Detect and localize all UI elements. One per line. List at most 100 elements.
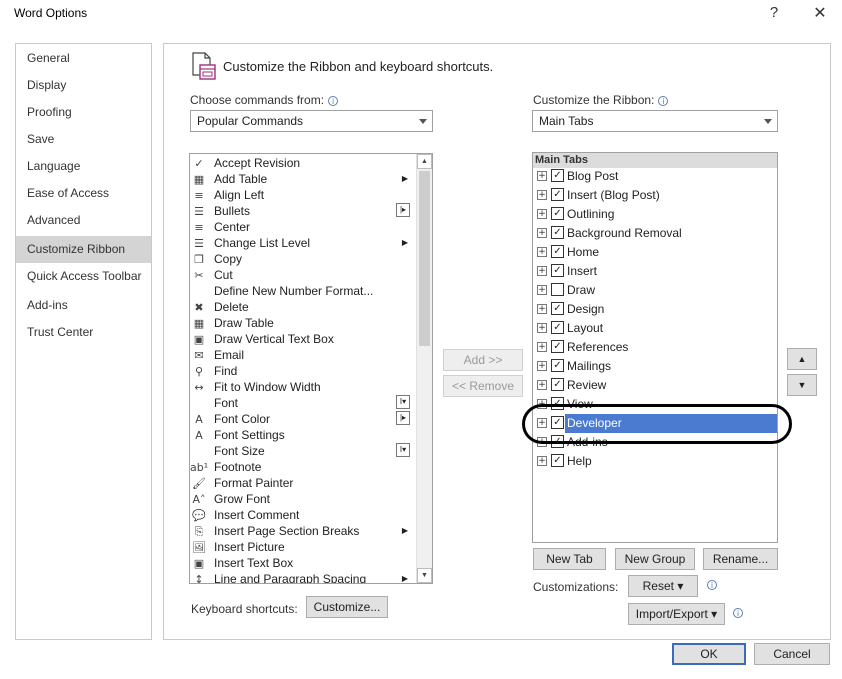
- tree-item-outlining[interactable]: + ✓ Outlining: [533, 205, 777, 224]
- tab-checkbox[interactable]: ✓: [551, 359, 564, 372]
- command-item[interactable]: A Font Color |▸: [190, 411, 416, 427]
- command-item[interactable]: ☰ Bullets |▸: [190, 203, 416, 219]
- tab-checkbox[interactable]: ✓: [551, 226, 564, 239]
- expand-icon[interactable]: +: [537, 361, 547, 371]
- new-tab-button[interactable]: New Tab: [533, 548, 606, 570]
- expand-icon[interactable]: +: [537, 456, 547, 466]
- import-export-button[interactable]: Import/Export ▾: [628, 603, 725, 625]
- tab-checkbox[interactable]: ✓: [551, 397, 564, 410]
- move-down-button[interactable]: ▼: [787, 374, 817, 396]
- command-item[interactable]: ⚲ Find: [190, 363, 416, 379]
- expand-icon[interactable]: +: [537, 209, 547, 219]
- scroll-thumb[interactable]: [419, 171, 430, 346]
- command-item[interactable]: 🖼 Insert Picture: [190, 539, 416, 555]
- command-item[interactable]: Define New Number Format...: [190, 283, 416, 299]
- tree-item-blog-post[interactable]: + ✓ Blog Post: [533, 167, 777, 186]
- nav-item-add-ins[interactable]: Add-ins: [16, 292, 151, 319]
- tab-checkbox[interactable]: ✓: [551, 435, 564, 448]
- command-item[interactable]: ↕ Line and Paragraph Spacing ▶: [190, 571, 416, 583]
- expand-icon[interactable]: +: [537, 285, 547, 295]
- expand-icon[interactable]: +: [537, 190, 547, 200]
- command-item[interactable]: ✖ Delete: [190, 299, 416, 315]
- commands-scrollbar[interactable]: ▲ ▼: [416, 154, 432, 583]
- command-item[interactable]: 💬 Insert Comment: [190, 507, 416, 523]
- commands-list[interactable]: ✓ Accept Revision ▦ Add Table ▶ ≡ Align Left ☰ B…: [189, 153, 433, 584]
- scroll-up-button[interactable]: ▲: [417, 154, 432, 169]
- tree-item-draw[interactable]: + Draw: [533, 281, 777, 300]
- command-item[interactable]: ❐ Copy: [190, 251, 416, 267]
- command-item[interactable]: Font Size I▾: [190, 443, 416, 459]
- command-item[interactable]: ⎘ Insert Page Section Breaks ▶: [190, 523, 416, 539]
- expand-icon[interactable]: +: [537, 342, 547, 352]
- tree-item-insert[interactable]: + ✓ Insert: [533, 262, 777, 281]
- nav-item-advanced[interactable]: Advanced: [16, 207, 151, 234]
- tree-item-background-removal[interactable]: + ✓ Background Removal: [533, 224, 777, 243]
- rename-button[interactable]: Rename...: [703, 548, 778, 570]
- tree-item-developer[interactable]: + ✓ Developer: [533, 414, 777, 433]
- command-item[interactable]: ▦ Draw Table: [190, 315, 416, 331]
- tab-checkbox[interactable]: ✓: [551, 264, 564, 277]
- nav-item-language[interactable]: Language: [16, 153, 151, 180]
- expand-icon[interactable]: +: [537, 304, 547, 314]
- command-item[interactable]: ≡ Center: [190, 219, 416, 235]
- tree-item-mailings[interactable]: + ✓ Mailings: [533, 357, 777, 376]
- command-item[interactable]: ▦ Add Table ▶: [190, 171, 416, 187]
- tab-checkbox[interactable]: ✓: [551, 340, 564, 353]
- nav-item-save[interactable]: Save: [16, 126, 151, 153]
- customize-shortcuts-button[interactable]: Customize...: [306, 596, 388, 618]
- tab-checkbox[interactable]: [551, 283, 564, 296]
- expand-icon[interactable]: +: [537, 323, 547, 333]
- remove-button[interactable]: << Remove: [443, 375, 523, 397]
- ribbon-tabs-tree[interactable]: Main Tabs + ✓ Blog Post + ✓ Insert (Blog Post…: [532, 152, 778, 543]
- command-item[interactable]: ab¹ Footnote: [190, 459, 416, 475]
- nav-item-customize-ribbon[interactable]: Customize Ribbon: [16, 236, 151, 263]
- scroll-down-button[interactable]: ▼: [417, 568, 432, 583]
- tab-checkbox[interactable]: ✓: [551, 454, 564, 467]
- expand-icon[interactable]: +: [537, 418, 547, 428]
- expand-icon[interactable]: +: [537, 437, 547, 447]
- tree-item-add-ins[interactable]: + ✓ Add-ins: [533, 433, 777, 452]
- command-item[interactable]: ☰ Change List Level ▶: [190, 235, 416, 251]
- expand-icon[interactable]: +: [537, 380, 547, 390]
- tree-item-layout[interactable]: + ✓ Layout: [533, 319, 777, 338]
- command-item[interactable]: A˄ Grow Font: [190, 491, 416, 507]
- close-icon[interactable]: ✕: [810, 3, 830, 23]
- tab-checkbox[interactable]: ✓: [551, 169, 564, 182]
- tree-item-design[interactable]: + ✓ Design: [533, 300, 777, 319]
- expand-icon[interactable]: +: [537, 247, 547, 257]
- expand-icon[interactable]: +: [537, 266, 547, 276]
- command-item[interactable]: ≡ Align Left: [190, 187, 416, 203]
- command-item[interactable]: ✂ Cut: [190, 267, 416, 283]
- reset-button[interactable]: Reset ▾: [628, 575, 698, 597]
- expand-icon[interactable]: +: [537, 228, 547, 238]
- nav-item-ease-of-access[interactable]: Ease of Access: [16, 180, 151, 207]
- nav-item-proofing[interactable]: Proofing: [16, 99, 151, 126]
- expand-icon[interactable]: +: [537, 171, 547, 181]
- tree-item-help[interactable]: + ✓ Help: [533, 452, 777, 471]
- tree-item-insert-blog-post[interactable]: + ✓ Insert (Blog Post): [533, 186, 777, 205]
- tree-item-home[interactable]: + ✓ Home: [533, 243, 777, 262]
- cancel-button[interactable]: Cancel: [754, 643, 830, 665]
- command-item[interactable]: Font I▾: [190, 395, 416, 411]
- tree-item-review[interactable]: + ✓ Review: [533, 376, 777, 395]
- command-item[interactable]: ✉ Email: [190, 347, 416, 363]
- tree-item-references[interactable]: + ✓ References: [533, 338, 777, 357]
- ok-button[interactable]: OK: [672, 643, 746, 665]
- nav-item-general[interactable]: General: [16, 45, 151, 72]
- expand-icon[interactable]: +: [537, 399, 547, 409]
- move-up-button[interactable]: ▲: [787, 348, 817, 370]
- command-item[interactable]: ✓ Accept Revision: [190, 155, 416, 171]
- command-item[interactable]: ▣ Draw Vertical Text Box: [190, 331, 416, 347]
- tab-checkbox[interactable]: ✓: [551, 188, 564, 201]
- tab-checkbox[interactable]: ✓: [551, 245, 564, 258]
- add-button[interactable]: Add >>: [443, 349, 523, 371]
- nav-item-quick-access-toolbar[interactable]: Quick Access Toolbar: [16, 263, 151, 290]
- command-item[interactable]: ↔ Fit to Window Width: [190, 379, 416, 395]
- customize-ribbon-dropdown[interactable]: Main Tabs: [532, 110, 778, 132]
- choose-commands-dropdown[interactable]: Popular Commands: [190, 110, 433, 132]
- help-button[interactable]: ?: [764, 4, 784, 22]
- tab-checkbox[interactable]: ✓: [551, 378, 564, 391]
- tab-checkbox[interactable]: ✓: [551, 321, 564, 334]
- tree-item-view[interactable]: + ✓ View: [533, 395, 777, 414]
- tab-checkbox[interactable]: ✓: [551, 207, 564, 220]
